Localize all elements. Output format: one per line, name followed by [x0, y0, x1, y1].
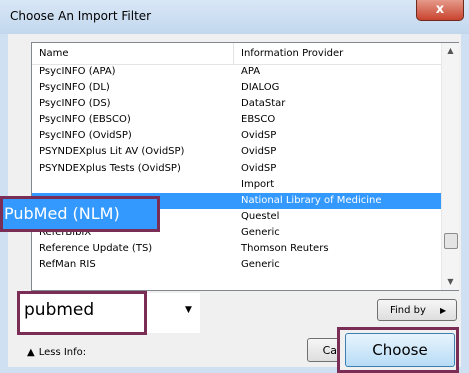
row-name: PsycINFO (APA) [39, 66, 116, 77]
row-name: PSYNDEXplus Lit AV (OvidSP) [39, 146, 185, 158]
row-provider: Generic [241, 259, 280, 271]
row-provider: EBSCO [241, 114, 276, 126]
column-header-provider[interactable]: Information Provider [241, 48, 343, 59]
row-provider: Import [241, 178, 275, 190]
title-bar: Choose An Import Filter x [0, 0, 469, 34]
list-row[interactable]: PSYNDEXplus Tests (OvidSP) OvidSP [32, 161, 441, 177]
row-provider: APA [241, 66, 261, 77]
list-row[interactable]: PsycINFO (DS) DataStar [32, 96, 441, 112]
vertical-scrollbar[interactable]: ▲ ▼ [441, 43, 459, 290]
dropdown-arrow-icon[interactable]: ▼ [185, 305, 192, 315]
close-button[interactable]: x [416, 0, 464, 21]
find-by-label: Find by [390, 305, 426, 316]
row-provider: OvidSP [241, 162, 277, 174]
list-rows: PsycINFO (APA) APA PsycINFO (DL) DIALOG Psyc… [32, 64, 441, 273]
list-row[interactable]: Reference Update (TS) Thomson Reuters [32, 241, 441, 257]
row-name: RefMan RIS [39, 259, 96, 271]
column-divider[interactable] [233, 43, 234, 64]
scroll-up-icon[interactable]: ▲ [442, 43, 459, 59]
list-header: Name Information Provider [32, 43, 441, 65]
column-header-name[interactable]: Name [39, 48, 69, 59]
row-provider: OvidSP [241, 146, 277, 158]
row-name: PsycINFO (DL) [39, 82, 110, 94]
import-filter-dialog: Choose An Import Filter x Name Informati… [0, 0, 469, 373]
row-name: Reference Update (TS) [39, 243, 153, 255]
list-row[interactable]: PsycINFO (OvidSP) OvidSP [32, 128, 441, 144]
row-name: PSYNDEXplus Tests (OvidSP) [39, 162, 181, 174]
row-provider: Thomson Reuters [241, 243, 329, 255]
list-row[interactable]: PsycINFO (DL) DIALOG [32, 80, 441, 96]
row-name: PsycINFO (EBSCO) [39, 114, 131, 126]
list-row[interactable]: PsycINFO (APA) APA [32, 64, 441, 80]
row-name: PsycINFO (OvidSP) [39, 130, 132, 142]
scroll-thumb[interactable] [444, 233, 458, 249]
scroll-down-icon[interactable]: ▼ [442, 274, 459, 290]
list-row[interactable]: Import [32, 177, 441, 193]
list-row[interactable]: RefMan RIS Generic [32, 257, 441, 273]
window-title: Choose An Import Filter [10, 9, 152, 23]
row-provider: Questel [241, 210, 280, 222]
row-name: PsycINFO (DS) [39, 98, 111, 110]
choose-button[interactable]: Choose [345, 333, 455, 367]
collapse-arrow-icon: ▲ [27, 347, 35, 358]
row-provider: DIALOG [241, 82, 280, 94]
filter-list[interactable]: Name Information Provider PsycINFO (APA)… [31, 42, 459, 291]
row-provider: National Library of Medicine [241, 194, 382, 206]
list-row[interactable]: PsycINFO (EBSCO) EBSCO [32, 112, 441, 128]
chevron-right-icon: ▶ [440, 306, 447, 315]
row-provider: Generic [241, 226, 280, 238]
selected-item-callout[interactable]: PubMed (NLM) [0, 196, 160, 232]
less-info-toggle[interactable]: ▲ Less Info: [27, 347, 86, 358]
less-info-label: Less Info: [38, 347, 87, 358]
find-by-button[interactable]: Find by ▶ [377, 299, 457, 321]
close-icon: x [435, 2, 445, 17]
row-provider: DataStar [241, 98, 286, 110]
search-callout-frame [17, 291, 147, 335]
list-row[interactable]: PSYNDEXplus Lit AV (OvidSP) OvidSP [32, 144, 441, 160]
row-provider: OvidSP [241, 130, 277, 142]
